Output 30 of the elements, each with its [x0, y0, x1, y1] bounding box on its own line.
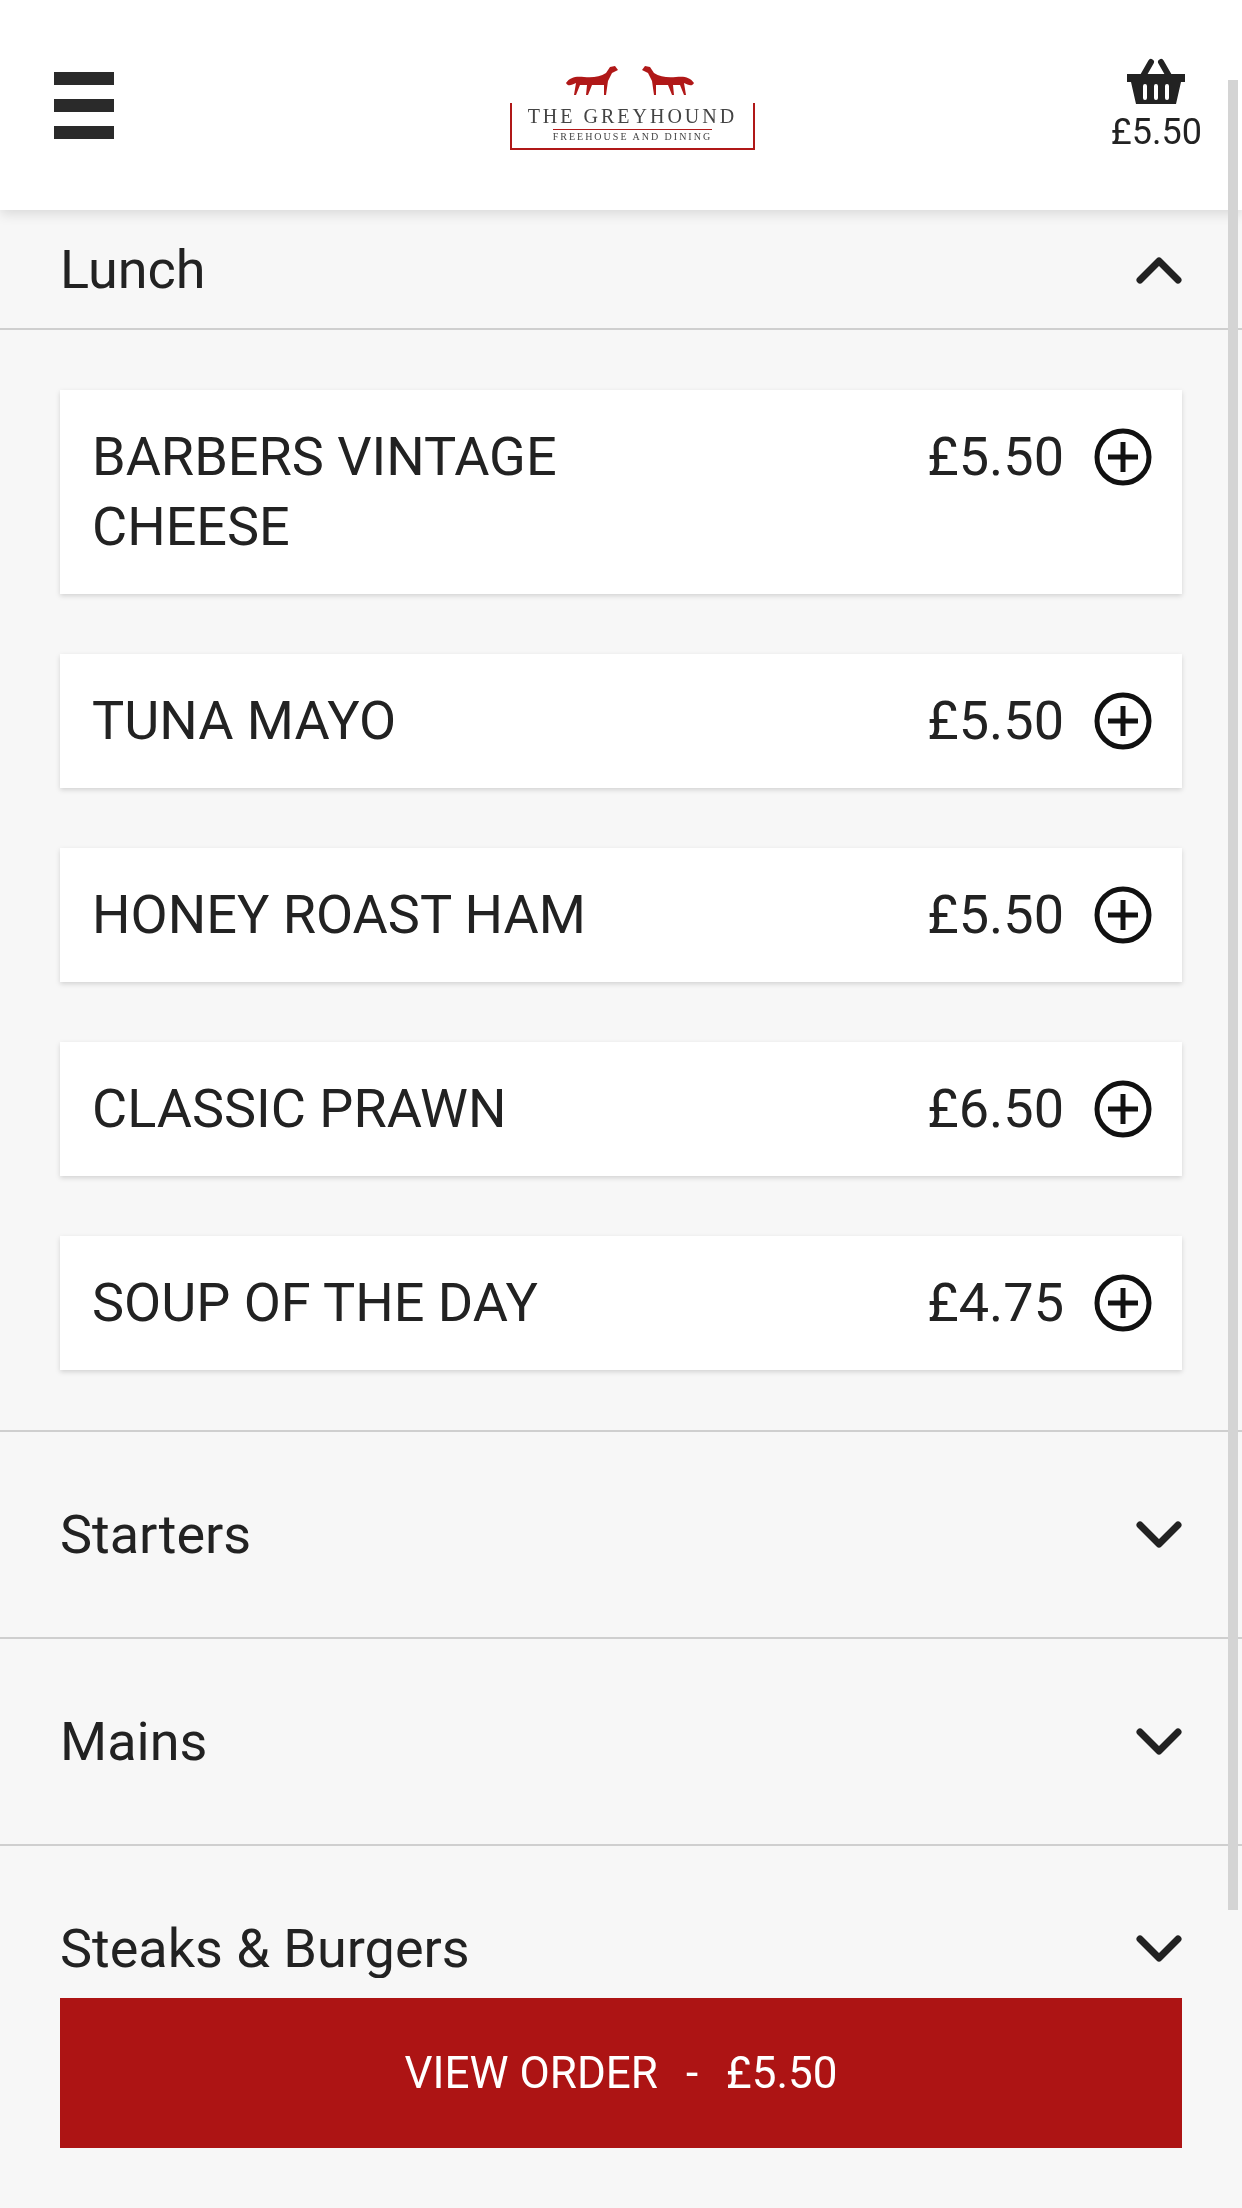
logo-subtitle: FREEHOUSE AND DINING — [552, 128, 713, 144]
category-header[interactable]: Lunch — [0, 210, 1242, 328]
basket-button[interactable]: £5.50 — [1110, 58, 1202, 152]
logo-title: THE GREYHOUND — [527, 103, 738, 129]
item-price: £5.50 — [927, 424, 1064, 490]
item-name: BARBERS VINTAGE CHEESE — [92, 424, 558, 560]
category-header[interactable]: Starters — [0, 1432, 1242, 1637]
item-price: £6.50 — [927, 1076, 1064, 1142]
item-name: SOUP OF THE DAY — [92, 1270, 538, 1336]
item-price: £5.50 — [927, 688, 1064, 754]
add-icon[interactable] — [1094, 886, 1152, 944]
item-name: TUNA MAYO — [92, 688, 397, 754]
menu-item-card[interactable]: HONEY ROAST HAM £5.50 — [60, 848, 1182, 982]
item-price: £5.50 — [927, 882, 1064, 948]
add-icon[interactable] — [1094, 1274, 1152, 1332]
menu-item-card[interactable]: SOUP OF THE DAY £4.75 — [60, 1236, 1182, 1370]
menu-item-card[interactable]: BARBERS VINTAGE CHEESE £5.50 — [60, 390, 1182, 594]
item-name: CLASSIC PRAWN — [92, 1076, 507, 1142]
basket-icon — [1125, 58, 1188, 106]
view-order-button[interactable]: VIEW ORDER - £5.50 — [60, 1998, 1182, 2148]
menu-item-card[interactable]: CLASSIC PRAWN £6.50 — [60, 1042, 1182, 1176]
category-header[interactable]: Steaks & Burgers — [0, 1846, 1242, 1978]
add-icon[interactable] — [1094, 692, 1152, 750]
category-header[interactable]: Mains — [0, 1639, 1242, 1844]
add-icon[interactable] — [1094, 1080, 1152, 1138]
add-icon[interactable] — [1094, 428, 1152, 486]
menu-item-card[interactable]: TUNA MAYO £5.50 — [60, 654, 1182, 788]
item-name: HONEY ROAST HAM — [92, 882, 586, 948]
item-price: £4.75 — [927, 1270, 1064, 1336]
menu-icon[interactable] — [54, 71, 114, 139]
